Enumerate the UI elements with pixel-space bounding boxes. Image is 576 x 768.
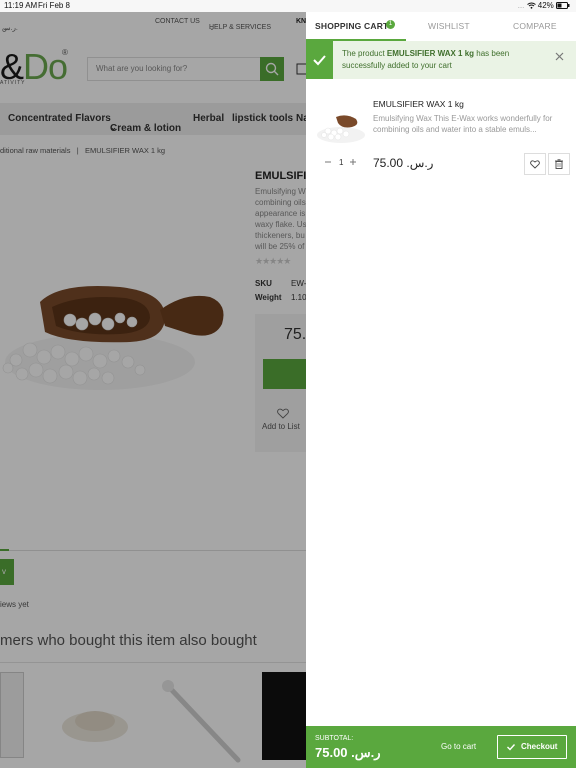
background-page: ر.س. ⌄ CONTACT US HELP & SERVICES ⌄ KN &… [0, 12, 306, 768]
cart-item-description: Emulsifying Wax This E-Wax works wonderf… [373, 114, 553, 134]
cart-item-image[interactable] [316, 107, 366, 145]
check-icon [507, 744, 516, 751]
status-right: .... 42% [518, 1, 570, 10]
check-icon [313, 55, 326, 66]
wifi-icon [526, 2, 536, 10]
page-overlay[interactable] [0, 12, 306, 768]
notification-message: The product EMULSIFIER WAX 1 kg has been… [342, 49, 510, 70]
minus-icon[interactable] [324, 157, 332, 167]
move-to-wishlist-button[interactable] [524, 153, 546, 175]
status-time: 11:19 AM [4, 1, 38, 10]
go-to-cart-link[interactable]: Go to cart [441, 742, 476, 751]
checkout-label: Checkout [521, 742, 558, 751]
subtotal-value: 75.00 .ر.س [315, 745, 381, 760]
status-bar: 11:19 AM Fri Feb 8 .... 42% [0, 0, 576, 12]
close-icon[interactable] [555, 52, 564, 61]
cart-item-name[interactable]: EMULSIFIER WAX 1 kg [373, 99, 464, 109]
status-date: Fri Feb 8 [38, 1, 71, 10]
tab-shopping-cart[interactable]: SHOPPING CART [315, 21, 388, 31]
cart-item-price: 75.00 .ر.س [373, 156, 434, 170]
subtotal-label: SUBTOTAL: [315, 735, 354, 742]
tab-compare[interactable]: COMPARE [513, 21, 557, 31]
battery-percent: 42% [537, 1, 554, 10]
quantity-value[interactable]: 1 [339, 158, 343, 167]
checkout-button[interactable]: Checkout [497, 735, 567, 759]
plus-icon[interactable] [349, 157, 357, 167]
signal-icon: .... [517, 4, 525, 10]
cart-drawer: SHOPPING CART 1 WISHLIST COMPARE The pro… [306, 12, 576, 768]
cart-footer: SUBTOTAL: 75.00 .ر.س Go to cart Checkout [306, 726, 576, 768]
heart-icon [530, 160, 540, 169]
cart-count-badge: 1 [386, 20, 395, 29]
remove-item-button[interactable] [548, 153, 570, 175]
trash-icon [555, 159, 563, 169]
drawer-tabs: SHOPPING CART 1 WISHLIST COMPARE [306, 12, 576, 42]
battery-icon [556, 2, 570, 10]
notification-status [306, 41, 333, 79]
success-notification: The product EMULSIFIER WAX 1 kg has been… [306, 41, 576, 79]
tab-wishlist[interactable]: WISHLIST [428, 21, 470, 31]
